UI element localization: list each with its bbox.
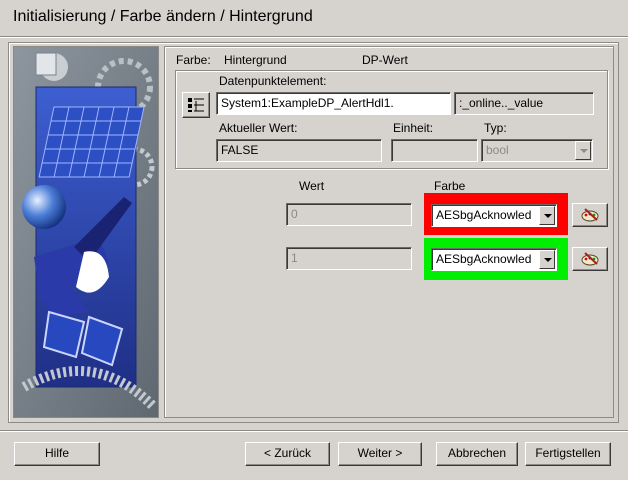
farbe-label: Farbe:	[176, 53, 211, 67]
einheit-field	[391, 139, 478, 162]
datapoint-selector-button[interactable]	[182, 92, 210, 118]
wert-column-header: Wert	[299, 179, 325, 193]
farbe-select-row-1[interactable]: AESbgAcknowled	[431, 248, 557, 271]
fertigstellen-button[interactable]: Fertigstellen	[525, 442, 611, 466]
datapoint-tree-icon	[188, 98, 204, 112]
einheit-label: Einheit:	[393, 121, 434, 135]
farbe-select-row-1-value: AESbgAcknowled	[436, 252, 532, 266]
color-picker-button-row-0[interactable]	[572, 203, 608, 227]
footer-separator	[0, 430, 628, 432]
typ-label: Typ:	[484, 121, 507, 135]
datapoint-element-input[interactable]: System1:ExampleDP_AlertHdl1.	[216, 92, 451, 115]
palette-icon	[581, 252, 599, 266]
config-attribute-field: :_online.._value	[454, 92, 594, 115]
aktueller-wert-field: FALSE	[216, 139, 382, 162]
weiter-button[interactable]: Weiter >	[338, 442, 422, 466]
abbrechen-button[interactable]: Abbrechen	[436, 442, 518, 466]
title-separator	[0, 36, 628, 38]
wert-input-row-1[interactable]: 1	[286, 247, 412, 270]
typ-select: bool	[481, 139, 593, 162]
wizard-illustration	[13, 46, 159, 418]
hilfe-button[interactable]: Hilfe	[14, 442, 100, 466]
chevron-down-icon	[575, 141, 591, 160]
typ-select-value: bool	[486, 143, 509, 157]
palette-icon	[581, 208, 599, 222]
chevron-down-icon[interactable]	[539, 206, 555, 225]
aktueller-wert-label: Aktueller Wert:	[219, 121, 298, 135]
farbe-value: Hintergrund	[224, 53, 287, 67]
dp-wert-label: DP-Wert	[362, 53, 408, 67]
dialog-title: Initialisierung / Farbe ändern / Hinterg…	[13, 8, 313, 25]
wert-input-row-0[interactable]: 0	[286, 203, 412, 226]
datenpunktelement-label: Datenpunktelement:	[219, 74, 327, 88]
chevron-down-icon[interactable]	[539, 250, 555, 269]
zurueck-button[interactable]: < Zurück	[245, 442, 330, 466]
farbe-column-header: Farbe	[434, 179, 466, 193]
farbe-select-row-0-value: AESbgAcknowled	[436, 208, 532, 222]
farbe-select-row-0[interactable]: AESbgAcknowled	[431, 204, 557, 227]
illustration-graphic	[14, 47, 158, 417]
color-picker-button-row-1[interactable]	[572, 247, 608, 271]
